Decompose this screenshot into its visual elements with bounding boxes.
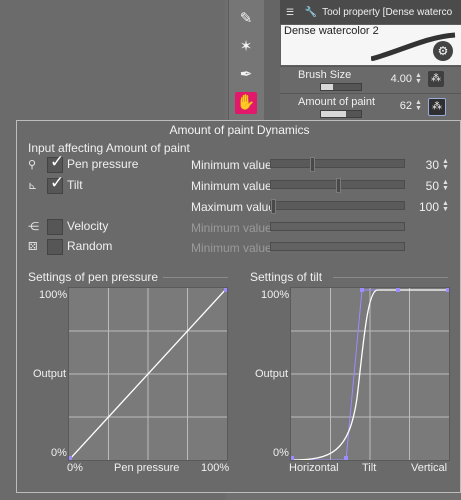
- random-checkbox[interactable]: [47, 239, 63, 255]
- param-slider-3[interactable]: [270, 199, 405, 214]
- sparkle-icon[interactable]: ✶: [235, 36, 257, 58]
- amount-dynamics-icon[interactable]: ⁂: [428, 98, 446, 116]
- amount-row: Amount of paint 62 ▲ ▼ ⁂: [280, 93, 461, 120]
- param-slider-2[interactable]: [270, 178, 405, 193]
- brush-preview: Dense watercolor 2 ⚙: [281, 25, 461, 65]
- param-slider-1[interactable]: [270, 157, 405, 172]
- tilt-y-bottom: 0%: [273, 447, 289, 459]
- pressure-curve-graph[interactable]: [68, 287, 228, 461]
- tilt-curve-graph[interactable]: [290, 287, 450, 461]
- param-label-5: Minimum value: [191, 241, 272, 255]
- pressure-icon: ⚲: [28, 159, 37, 171]
- brush-size-slider-fill: [321, 84, 333, 90]
- pen-pressure-checkbox[interactable]: ✓: [47, 152, 64, 173]
- amount-slider-fill: [321, 111, 346, 117]
- divider: [163, 277, 228, 278]
- param-slider-5: [270, 242, 405, 251]
- tilt-y-mid: Output: [255, 368, 289, 380]
- param-label-1: Minimum value: [191, 158, 272, 172]
- param-slider-4: [270, 222, 405, 231]
- tilt-x-right: Vertical: [411, 462, 448, 474]
- pressure-y-mid: Output: [33, 368, 67, 380]
- check-icon: ✓: [50, 173, 65, 192]
- param-value-3[interactable]: 100: [417, 200, 439, 214]
- tilt-graph-title: Settings of tilt: [250, 270, 323, 284]
- pen-pressure-label: Pen pressure: [67, 157, 139, 171]
- pressure-x-mid: Pen pressure: [114, 462, 180, 474]
- tilt-label: Tilt: [67, 178, 83, 192]
- pressure-y-bottom: 0%: [51, 447, 67, 459]
- divider: [333, 277, 448, 278]
- tilt-checkbox[interactable]: ✓: [47, 173, 64, 194]
- tilt-x-left: Horizontal: [289, 462, 339, 474]
- tilt-icon: ⊾: [28, 180, 38, 192]
- velocity-icon: ⋲: [28, 221, 39, 233]
- param-label-3: Maximum value: [191, 200, 276, 214]
- sub-tool-column: ✎ ✶ ✒ ✋: [228, 0, 265, 120]
- random-label: Random: [67, 239, 113, 253]
- param-label-2: Minimum value: [191, 179, 272, 193]
- tool-property-title: Tool property [Dense waterco: [322, 7, 453, 18]
- check-icon: ✓: [50, 152, 65, 171]
- brush-size-label: Brush Size: [298, 69, 352, 81]
- param-spinner-2[interactable]: ▲ ▼: [442, 179, 449, 192]
- amount-label: Amount of paint: [298, 96, 376, 108]
- brush-size-slider[interactable]: [320, 83, 362, 91]
- random-icon: ⚄: [28, 241, 38, 253]
- param-spinner-3[interactable]: ▲ ▼: [442, 200, 449, 213]
- brush-size-row: Brush Size 4.00 ▲ ▼ ⁂: [280, 66, 461, 93]
- tilt-x-mid: Tilt: [362, 462, 377, 474]
- pressure-graph-title: Settings of pen pressure: [28, 270, 159, 284]
- amount-spinner[interactable]: ▲ ▼: [415, 99, 422, 112]
- amount-value[interactable]: 62: [388, 100, 412, 112]
- param-spinner-1[interactable]: ▲ ▼: [442, 158, 449, 171]
- param-value-1[interactable]: 30: [419, 158, 439, 172]
- brush-size-dynamics-icon[interactable]: ⁂: [428, 71, 444, 87]
- velocity-checkbox[interactable]: [47, 219, 63, 235]
- brush-settings-icon[interactable]: ⚙: [433, 41, 453, 61]
- tilt-y-top: 100%: [261, 289, 290, 301]
- tool-property-panel: ☰ 🔧 Tool property [Dense waterco Dense w…: [280, 0, 461, 120]
- velocity-label: Velocity: [67, 219, 109, 233]
- amount-of-paint-dynamics-dialog: Amount of paint Dynamics Input affecting…: [16, 120, 461, 493]
- menu-icon[interactable]: ☰: [286, 7, 294, 17]
- eyedropper-icon[interactable]: ✎: [235, 8, 257, 30]
- brush-size-value[interactable]: 4.00: [388, 73, 412, 85]
- fill-hand-icon[interactable]: ✋: [235, 92, 257, 114]
- pen-nib-icon[interactable]: ✒: [235, 64, 257, 86]
- amount-slider[interactable]: [320, 110, 362, 118]
- pressure-x-right: 100%: [201, 462, 230, 474]
- dialog-title: Amount of paint Dynamics: [169, 123, 310, 137]
- slider-thumb[interactable]: [271, 199, 276, 214]
- param-label-4: Minimum value: [191, 221, 272, 235]
- slider-thumb[interactable]: [310, 157, 315, 172]
- panel-collapse-bar[interactable]: [264, 0, 281, 120]
- tool-property-header: ☰ 🔧 Tool property [Dense waterco: [280, 0, 461, 24]
- pressure-y-top: 100%: [39, 289, 68, 301]
- wrench-icon[interactable]: 🔧: [305, 7, 317, 18]
- param-value-2[interactable]: 50: [419, 179, 439, 193]
- brush-size-spinner[interactable]: ▲ ▼: [415, 72, 422, 85]
- slider-thumb[interactable]: [336, 178, 341, 193]
- brush-name: Dense watercolor 2: [284, 25, 379, 37]
- pressure-x-left: 0%: [67, 462, 83, 474]
